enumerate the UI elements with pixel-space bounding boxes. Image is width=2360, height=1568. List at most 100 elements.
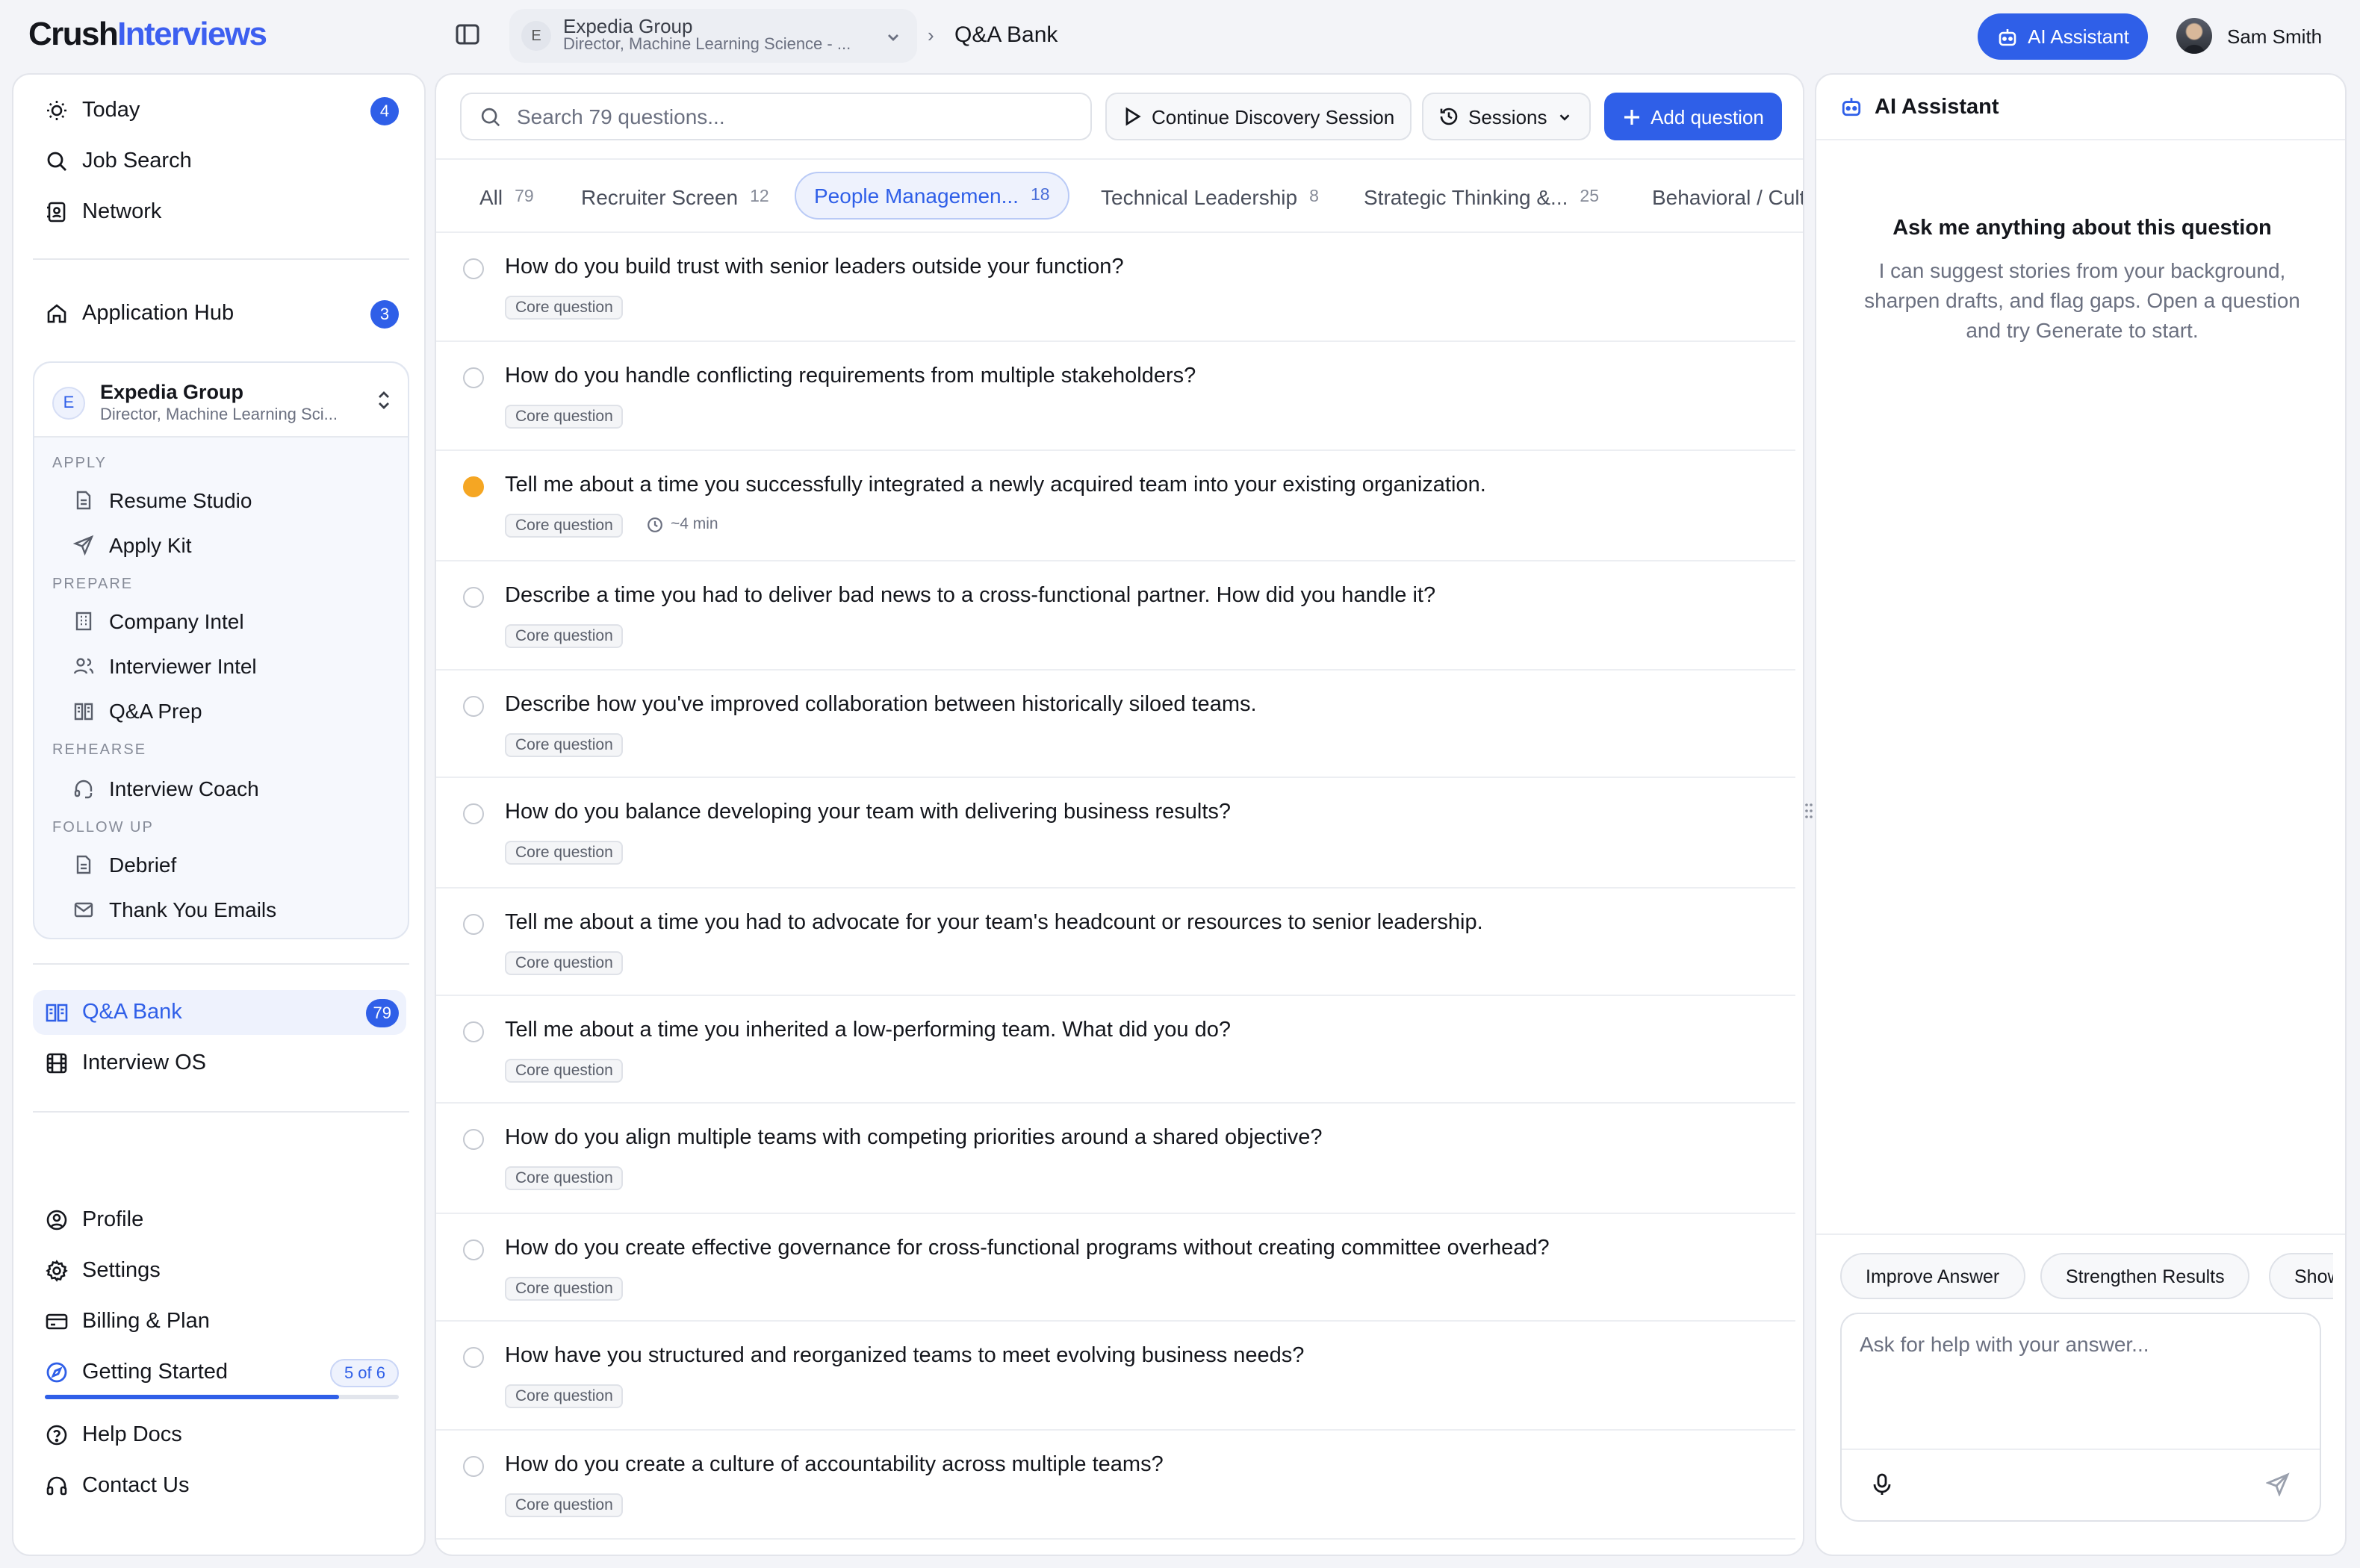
status-circle-icon[interactable] bbox=[463, 1021, 484, 1042]
send-icon[interactable] bbox=[2265, 1472, 2290, 1504]
job-avatar: E bbox=[521, 21, 551, 51]
strengthen-results-chip[interactable]: Strengthen Results bbox=[2040, 1253, 2250, 1299]
tab-people-management[interactable]: People Managemen... 18 bbox=[795, 172, 1069, 220]
question-row[interactable]: Describe a time you had to deliver bad n… bbox=[436, 561, 1795, 671]
sidebar-item-today[interactable]: Today 4 bbox=[33, 88, 406, 133]
sidebar-item-application-hub[interactable]: Application Hub 3 bbox=[33, 291, 406, 336]
tab-behavioral-culture[interactable]: Behavioral / Culture bbox=[1652, 173, 1803, 220]
tab-all[interactable]: All 79 bbox=[479, 173, 534, 220]
ai-message-input[interactable] bbox=[1860, 1332, 2305, 1422]
status-circle-icon[interactable] bbox=[463, 1239, 484, 1260]
clock-icon bbox=[648, 517, 662, 532]
question-tag: Core question bbox=[505, 1059, 624, 1083]
sidebar-item-getting-started[interactable]: Getting Started 5 of 6 bbox=[33, 1350, 406, 1395]
status-circle-icon[interactable] bbox=[463, 367, 484, 388]
status-circle-icon[interactable] bbox=[463, 258, 484, 279]
sidebar-divider bbox=[33, 963, 409, 965]
sidebar-item-contact-us[interactable]: Contact Us bbox=[33, 1463, 406, 1508]
add-question-button[interactable]: Add question bbox=[1604, 93, 1782, 140]
resize-handle-icon[interactable] bbox=[1804, 800, 1813, 821]
sidebar-divider bbox=[33, 1111, 409, 1113]
job-avatar: E bbox=[52, 387, 85, 420]
show-chip[interactable]: Show bbox=[2269, 1253, 2333, 1299]
sessions-button[interactable]: Sessions bbox=[1422, 93, 1591, 140]
sidebar-item-thank-you-emails[interactable]: Thank You Emails bbox=[73, 890, 402, 929]
tab-count: 25 bbox=[1580, 187, 1599, 205]
question-row[interactable]: How do you balance developing your team … bbox=[436, 778, 1795, 889]
sidebar-item-apply-kit[interactable]: Apply Kit bbox=[73, 526, 402, 564]
search-icon bbox=[481, 107, 500, 126]
sidebar-item-billing[interactable]: Billing & Plan bbox=[33, 1299, 406, 1344]
job-switcher[interactable]: E Expedia Group Director, Machine Learni… bbox=[509, 9, 917, 63]
sidebar-item-interviewer-intel[interactable]: Interviewer Intel bbox=[73, 647, 402, 685]
sidebar-item-help-docs[interactable]: Help Docs bbox=[33, 1413, 406, 1457]
question-row[interactable]: How do you handle conflicting requiremen… bbox=[436, 342, 1795, 451]
gear-icon bbox=[46, 1260, 68, 1282]
bot-icon bbox=[1998, 28, 2016, 46]
status-circle-icon[interactable] bbox=[463, 1347, 484, 1368]
job-card-header[interactable]: E Expedia Group Director, Machine Learni… bbox=[34, 363, 408, 438]
sidebar-item-label: Thank You Emails bbox=[109, 897, 277, 921]
sidebar-item-job-search[interactable]: Job Search bbox=[33, 139, 406, 184]
question-tag: Core question bbox=[505, 733, 624, 757]
play-icon bbox=[1125, 107, 1141, 126]
sidebar-toggle-icon[interactable] bbox=[454, 21, 484, 51]
sidebar-item-qa-bank[interactable]: Q&A Bank 79 bbox=[33, 990, 406, 1035]
ai-assistant-button[interactable]: AI Assistant bbox=[1978, 13, 2148, 60]
app-root: CrushInterviews E Expedia Group Director… bbox=[0, 0, 2360, 1568]
microphone-icon[interactable] bbox=[1872, 1472, 1892, 1504]
tab-technical-leadership[interactable]: Technical Leadership 8 bbox=[1101, 173, 1319, 220]
sidebar-item-qa-prep[interactable]: Q&A Prep bbox=[73, 691, 402, 730]
active-status-dot-icon[interactable] bbox=[463, 476, 484, 497]
question-row[interactable]: How have you structured and reorganized … bbox=[436, 1322, 1795, 1431]
status-circle-icon[interactable] bbox=[463, 914, 484, 935]
status-circle-icon[interactable] bbox=[463, 696, 484, 717]
breadcrumb-separator: › bbox=[928, 24, 934, 46]
avatar bbox=[2176, 18, 2212, 54]
question-text: Tell me about a time you successfully in… bbox=[505, 473, 1486, 497]
search-box[interactable] bbox=[460, 93, 1092, 140]
sidebar-item-interview-os[interactable]: Interview OS bbox=[33, 1041, 406, 1086]
question-row[interactable]: Tell me about a time you inherited a low… bbox=[436, 996, 1795, 1104]
question-row[interactable]: How do you create effective governance f… bbox=[436, 1214, 1795, 1322]
button-label: Add question bbox=[1651, 105, 1764, 128]
send-icon bbox=[73, 535, 94, 556]
user-menu[interactable]: Sam Smith bbox=[2176, 18, 2322, 54]
question-row[interactable]: How do you create a culture of accountab… bbox=[436, 1431, 1795, 1540]
improve-answer-chip[interactable]: Improve Answer bbox=[1840, 1253, 2025, 1299]
sidebar-item-company-intel[interactable]: Company Intel bbox=[73, 602, 402, 641]
contacts-icon bbox=[47, 202, 66, 223]
sidebar-divider bbox=[33, 258, 409, 260]
job-card: E Expedia Group Director, Machine Learni… bbox=[33, 361, 409, 939]
question-tag: Core question bbox=[505, 1384, 624, 1408]
question-tag: Core question bbox=[505, 405, 624, 429]
sidebar-item-debrief[interactable]: Debrief bbox=[73, 845, 402, 884]
status-circle-icon[interactable] bbox=[463, 587, 484, 608]
sidebar-item-settings[interactable]: Settings bbox=[33, 1248, 406, 1293]
status-circle-icon[interactable] bbox=[463, 1129, 484, 1150]
question-row[interactable]: Describe how you've improved collaborati… bbox=[436, 671, 1795, 778]
search-input[interactable] bbox=[517, 105, 1055, 128]
question-text: Tell me about a time you had to advocate… bbox=[505, 911, 1483, 935]
tab-count: 12 bbox=[750, 187, 769, 205]
continue-discovery-session-button[interactable]: Continue Discovery Session bbox=[1105, 93, 1412, 140]
sidebar-item-profile[interactable]: Profile bbox=[33, 1198, 406, 1242]
tab-strategic-thinking[interactable]: Strategic Thinking &... 25 bbox=[1364, 173, 1599, 220]
sidebar-item-label: Job Search bbox=[82, 149, 192, 173]
question-row[interactable]: How do you align multiple teams with com… bbox=[436, 1104, 1795, 1214]
question-row[interactable]: Tell me about a time you successfully in… bbox=[436, 451, 1795, 561]
tab-recruiter-screen[interactable]: Recruiter Screen 12 bbox=[581, 173, 769, 220]
question-row[interactable]: Tell me about a time you had to advocate… bbox=[436, 889, 1795, 996]
sidebar-item-label: Company Intel bbox=[109, 609, 244, 633]
page-title: Q&A Bank bbox=[954, 22, 1058, 48]
status-circle-icon[interactable] bbox=[463, 803, 484, 824]
sidebar-item-network[interactable]: Network bbox=[33, 190, 406, 234]
question-text: Describe how you've improved collaborati… bbox=[505, 693, 1257, 717]
job-title: Director, Machine Learning Science - ... bbox=[563, 36, 851, 54]
question-row[interactable]: How do you build trust with senior leade… bbox=[436, 233, 1795, 342]
status-circle-icon[interactable] bbox=[463, 1456, 484, 1477]
sidebar-item-label: Q&A Prep bbox=[109, 699, 202, 723]
sidebar-item-interview-coach[interactable]: Interview Coach bbox=[73, 769, 402, 808]
logo[interactable]: CrushInterviews bbox=[28, 15, 267, 54]
sidebar-item-resume-studio[interactable]: Resume Studio bbox=[73, 481, 402, 520]
